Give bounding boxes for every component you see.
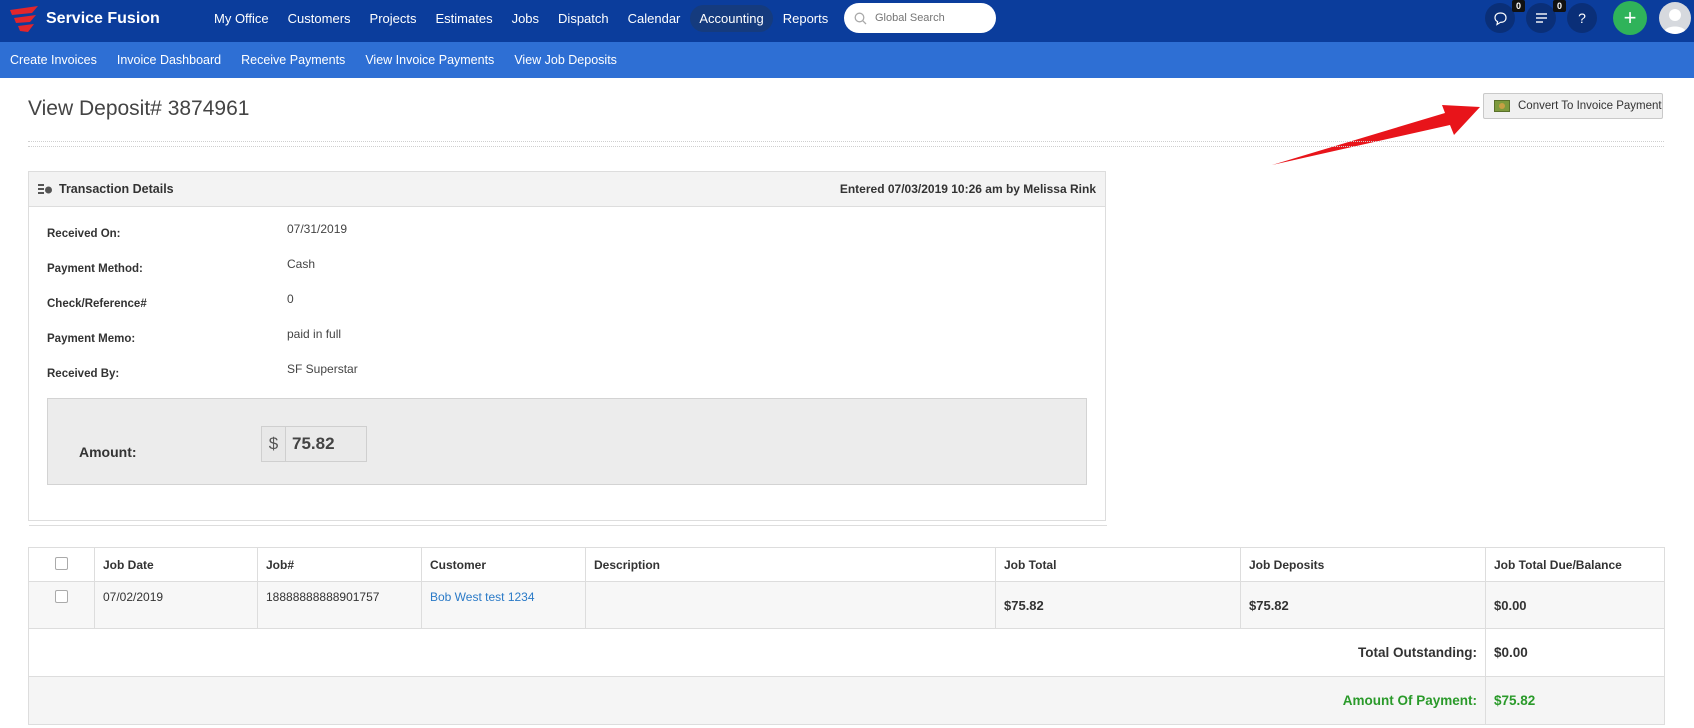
panel-title-text: Transaction Details bbox=[59, 182, 174, 196]
jobs-table: Job Date Job# Customer Description Job T… bbox=[28, 547, 1665, 725]
add-button[interactable]: + bbox=[1613, 1, 1647, 35]
job-total-cell: $75.82 bbox=[995, 581, 1241, 629]
job-date-cell: 07/02/2019 bbox=[94, 581, 258, 629]
total-outstanding-row: Total Outstanding: $0.00 bbox=[28, 628, 1665, 677]
panel-header: Transaction Details Entered 07/03/2019 1… bbox=[29, 172, 1105, 207]
payment-method-value: Cash bbox=[287, 257, 316, 271]
brand-name: Service Fusion bbox=[46, 10, 160, 27]
total-outstanding-value: $0.00 bbox=[1485, 628, 1665, 677]
col-customer[interactable]: Customer bbox=[421, 547, 586, 582]
row-checkbox[interactable] bbox=[55, 590, 68, 603]
global-search[interactable] bbox=[844, 3, 996, 33]
check-reference-value: 0 bbox=[287, 292, 294, 306]
accounting-subnav: Create Invoices Invoice Dashboard Receiv… bbox=[0, 42, 1694, 78]
chat-badge: 0 bbox=[1511, 0, 1525, 12]
description-cell bbox=[585, 581, 996, 629]
nav-projects[interactable]: Projects bbox=[361, 5, 426, 32]
row-select-cell bbox=[28, 581, 95, 629]
subnav-invoice-dashboard[interactable]: Invoice Dashboard bbox=[107, 53, 231, 67]
amount-field: $ 75.82 bbox=[261, 426, 367, 462]
job-number-cell: 18888888888901757 bbox=[257, 581, 422, 629]
select-all-checkbox[interactable] bbox=[55, 556, 68, 570]
list-icon bbox=[1535, 13, 1547, 23]
nav-customers[interactable]: Customers bbox=[279, 5, 360, 32]
col-balance[interactable]: Job Total Due/Balance bbox=[1485, 547, 1665, 582]
help-icon: ? bbox=[1578, 10, 1586, 26]
payment-memo-value: paid in full bbox=[287, 327, 342, 341]
nav-reports[interactable]: Reports bbox=[774, 5, 838, 32]
header-divider bbox=[28, 141, 1664, 147]
nav-jobs[interactable]: Jobs bbox=[503, 5, 548, 32]
top-navbar: Service Fusion My Office Customers Proje… bbox=[0, 0, 1694, 42]
col-description[interactable]: Description bbox=[585, 547, 996, 582]
panel-bottom-edge bbox=[29, 521, 1107, 526]
nav-my-office[interactable]: My Office bbox=[205, 5, 278, 32]
received-on-value: 07/31/2019 bbox=[287, 222, 348, 236]
brand-logo[interactable]: Service Fusion bbox=[8, 3, 160, 35]
nav-calendar[interactable]: Calendar bbox=[619, 5, 690, 32]
convert-to-invoice-payment-button[interactable]: Convert To Invoice Payment bbox=[1483, 93, 1663, 119]
subnav-view-job-deposits[interactable]: View Job Deposits bbox=[504, 53, 627, 67]
received-on-label: Received On: bbox=[47, 228, 121, 240]
table-header-row: Job Date Job# Customer Description Job T… bbox=[28, 547, 1665, 582]
check-reference-label: Check/Reference# bbox=[47, 298, 147, 310]
list-button[interactable]: 0 bbox=[1526, 0, 1566, 33]
cash-icon bbox=[1494, 100, 1510, 112]
table-row: 07/02/2019 18888888888901757 Bob West te… bbox=[28, 581, 1665, 629]
amount-of-payment-value: $75.82 bbox=[1485, 676, 1665, 725]
plus-icon: + bbox=[1623, 5, 1637, 30]
global-search-input[interactable] bbox=[875, 12, 985, 24]
currency-symbol: $ bbox=[262, 427, 286, 461]
select-all-cell bbox=[28, 547, 95, 582]
nav-estimates[interactable]: Estimates bbox=[427, 5, 502, 32]
service-fusion-logo-icon bbox=[10, 6, 38, 32]
page-title: View Deposit# 3874961 bbox=[28, 97, 250, 120]
transaction-details-panel: Transaction Details Entered 07/03/2019 1… bbox=[28, 171, 1107, 526]
customer-cell: Bob West test 1234 bbox=[421, 581, 586, 629]
panel-title: Transaction Details bbox=[38, 182, 174, 196]
amount-of-payment-row: Amount Of Payment: $75.82 bbox=[28, 676, 1665, 725]
balance-cell: $0.00 bbox=[1485, 581, 1665, 629]
avatar-icon bbox=[1663, 9, 1687, 34]
transaction-icon bbox=[38, 184, 52, 194]
amount-of-payment-label: Amount Of Payment: bbox=[28, 676, 1486, 725]
nav-accounting[interactable]: Accounting bbox=[690, 4, 773, 32]
subnav-view-invoice-payments[interactable]: View Invoice Payments bbox=[355, 53, 504, 67]
payment-method-label: Payment Method: bbox=[47, 263, 143, 275]
job-deposits-cell: $75.82 bbox=[1240, 581, 1486, 629]
total-outstanding-label: Total Outstanding: bbox=[28, 628, 1486, 677]
main-nav: My Office Customers Projects Estimates J… bbox=[205, 0, 838, 36]
received-by-label: Received By: bbox=[47, 368, 120, 380]
list-badge: 0 bbox=[1552, 0, 1566, 12]
col-job-total[interactable]: Job Total bbox=[995, 547, 1241, 582]
chat-icon bbox=[1493, 11, 1507, 26]
col-job-number[interactable]: Job# bbox=[257, 547, 422, 582]
help-button[interactable]: ? bbox=[1567, 3, 1597, 33]
amount-section: Amount: $ 75.82 bbox=[47, 398, 1087, 485]
nav-dispatch[interactable]: Dispatch bbox=[549, 5, 618, 32]
col-job-date[interactable]: Job Date bbox=[94, 547, 258, 582]
received-by-value: SF Superstar bbox=[287, 362, 358, 376]
search-icon bbox=[854, 12, 867, 24]
customer-link[interactable]: Bob West test 1234 bbox=[430, 590, 535, 604]
amount-label: Amount: bbox=[79, 444, 137, 460]
convert-button-label: Convert To Invoice Payment bbox=[1518, 100, 1662, 112]
chat-button[interactable]: 0 bbox=[1485, 0, 1525, 33]
payment-memo-label: Payment Memo: bbox=[47, 333, 136, 345]
annotation-arrow bbox=[1272, 105, 1480, 165]
user-avatar[interactable] bbox=[1659, 2, 1691, 34]
subnav-receive-payments[interactable]: Receive Payments bbox=[231, 53, 355, 67]
col-job-deposits[interactable]: Job Deposits bbox=[1240, 547, 1486, 582]
subnav-create-invoices[interactable]: Create Invoices bbox=[0, 53, 107, 67]
entered-info: Entered 07/03/2019 10:26 am by Melissa R… bbox=[839, 182, 1096, 196]
amount-value: 75.82 bbox=[286, 427, 366, 461]
